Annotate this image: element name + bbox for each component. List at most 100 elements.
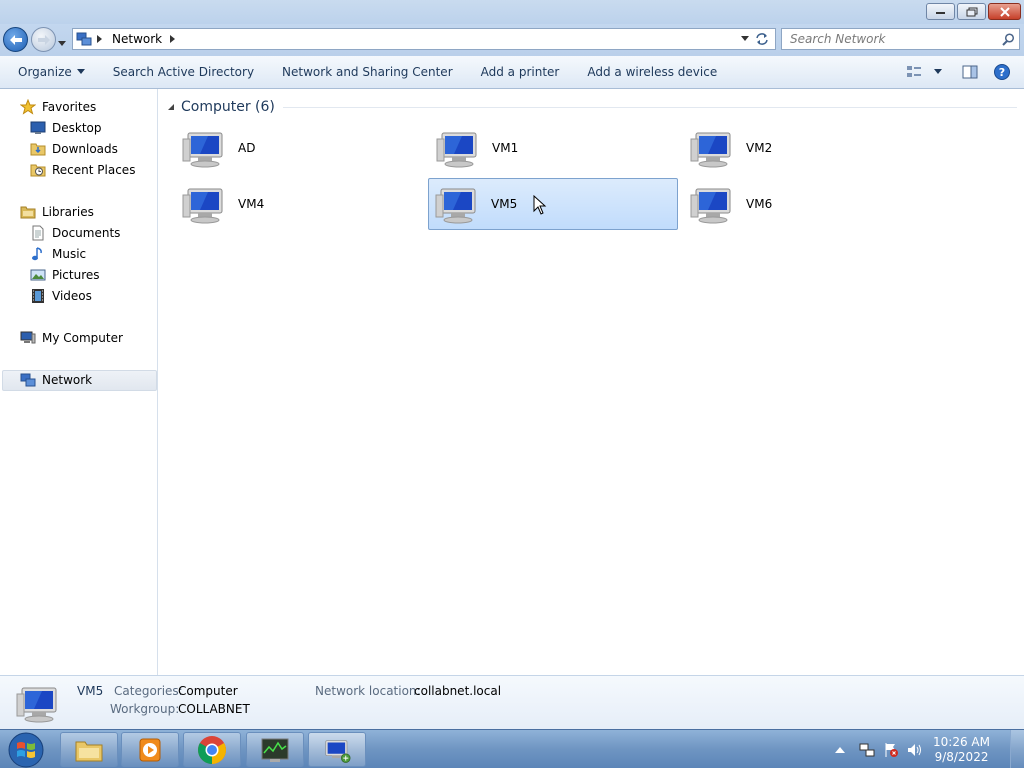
sidebar-item-libraries[interactable]: Libraries — [20, 202, 94, 222]
search-active-directory-button[interactable]: Search Active Directory — [99, 56, 268, 89]
add-printer-button[interactable]: Add a printer — [467, 56, 574, 89]
start-button[interactable] — [6, 731, 46, 768]
mouse-cursor-icon — [533, 195, 547, 215]
film-icon — [32, 289, 44, 303]
group-header-label: Computer (6) — [181, 99, 275, 115]
details-pane: VM5 Categories: Computer Workgroup: COLL… — [0, 675, 1024, 729]
taskbar-media-player-button[interactable] — [121, 732, 179, 767]
show-hidden-icons-icon[interactable] — [835, 746, 846, 754]
computer-name: VM5 — [491, 197, 518, 211]
collapse-triangle-icon[interactable] — [167, 103, 175, 111]
clock[interactable]: 10:26 AM 9/8/2022 — [933, 735, 990, 765]
computer-tile-vm1[interactable]: VM1 — [429, 122, 679, 174]
taskbar-chrome-button[interactable] — [183, 732, 241, 767]
network-sharing-center-button[interactable]: Network and Sharing Center — [268, 56, 467, 89]
preview-pane-icon — [962, 65, 978, 79]
forward-arrow-icon — [37, 34, 50, 45]
computer-tile-vm4[interactable]: VM4 — [175, 178, 425, 230]
music-note-icon — [32, 247, 42, 261]
sidebar-label: Favorites — [42, 100, 97, 114]
computer-icon — [435, 183, 483, 225]
windows-logo-icon — [8, 732, 44, 767]
navigation-pane: Favorites Desktop Downloads Recent Place… — [0, 89, 158, 675]
sidebar-item-music[interactable]: Music — [30, 244, 86, 264]
task-manager-icon — [261, 738, 289, 762]
sidebar-label: Network — [42, 373, 93, 387]
desktop-icon — [30, 121, 46, 134]
minimize-icon — [936, 11, 945, 14]
sidebar-item-pictures[interactable]: Pictures — [30, 265, 100, 285]
sidebar-item-downloads[interactable]: Downloads — [30, 139, 118, 159]
add-wireless-device-button[interactable]: Add a wireless device — [573, 56, 731, 89]
clock-date: 9/8/2022 — [934, 749, 989, 764]
search-icon[interactable] — [1002, 32, 1015, 46]
computer-name: VM1 — [492, 141, 519, 155]
preview-pane-button[interactable] — [950, 56, 990, 89]
documents-icon — [32, 225, 44, 241]
view-options-icon — [907, 66, 921, 77]
sidebar-label: Libraries — [42, 205, 94, 219]
sidebar-item-recent-places[interactable]: Recent Places — [30, 160, 135, 180]
address-bar[interactable]: Network — [72, 28, 776, 50]
sidebar-item-documents[interactable]: Documents — [30, 223, 120, 243]
search-ad-label: Search Active Directory — [112, 65, 255, 79]
computer-icon — [690, 127, 738, 169]
help-icon: ? — [994, 64, 1010, 80]
network-icon — [20, 373, 36, 387]
breadcrumb-arrow-icon[interactable] — [170, 35, 176, 43]
title-bar — [0, 0, 1024, 24]
recent-pages-dropdown[interactable] — [58, 36, 66, 50]
organize-menu[interactable]: Organize — [0, 56, 99, 89]
breadcrumb-network[interactable]: Network — [112, 32, 162, 46]
system-tray: 10:26 AM 9/8/2022 — [835, 730, 1024, 768]
show-desktop-button[interactable] — [1010, 730, 1024, 768]
sidebar-label: Recent Places — [52, 163, 136, 177]
forward-button[interactable] — [31, 27, 56, 52]
libraries-icon — [20, 206, 36, 219]
star-icon — [20, 99, 36, 115]
computer-icon — [182, 183, 230, 225]
minimize-button[interactable] — [926, 3, 955, 20]
change-view-button[interactable] — [898, 56, 950, 89]
downloads-folder-icon — [30, 143, 46, 156]
close-button[interactable] — [988, 3, 1021, 20]
navigation-bar: Network Search Network — [0, 24, 1024, 56]
chevron-down-icon — [58, 41, 66, 46]
help-button[interactable]: ? — [990, 56, 1024, 89]
computer-tile-vm5[interactable]: VM5 — [428, 178, 678, 230]
refresh-button[interactable] — [752, 30, 772, 48]
network-computer-icon — [325, 739, 351, 763]
sidebar-item-videos[interactable]: Videos — [30, 286, 92, 306]
computer-tile-vm6[interactable]: VM6 — [683, 178, 933, 230]
clock-time: 10:26 AM — [933, 734, 990, 749]
taskbar-explorer-button[interactable] — [60, 732, 118, 767]
sidebar-item-network[interactable]: Network — [20, 370, 92, 390]
back-button[interactable] — [3, 27, 28, 52]
action-center-flag-icon[interactable] — [883, 742, 899, 758]
group-divider — [282, 106, 1017, 108]
sidebar-item-my-computer[interactable]: My Computer — [20, 328, 123, 348]
computer-name: VM2 — [746, 141, 773, 155]
add-printer-label: Add a printer — [480, 65, 560, 79]
address-dropdown-icon[interactable] — [741, 36, 749, 42]
network-tray-icon[interactable] — [859, 742, 875, 758]
volume-icon[interactable] — [907, 742, 923, 758]
file-view: Computer (6) AD VM1 VM2 VM4 VM5 VM6 — [159, 89, 1024, 675]
details-name: VM5 — [77, 684, 104, 698]
sidebar-item-favorites[interactable]: Favorites — [20, 97, 96, 117]
computer-tile-ad[interactable]: AD — [175, 122, 425, 174]
search-input[interactable]: Search Network — [781, 28, 1020, 50]
sidebar-item-desktop[interactable]: Desktop — [30, 118, 102, 138]
restore-button[interactable] — [957, 3, 986, 20]
breadcrumb-arrow-icon[interactable] — [97, 35, 103, 43]
details-workgroup-label: Workgroup: — [110, 702, 180, 716]
computer-icon — [690, 183, 738, 225]
search-placeholder: Search Network — [790, 32, 886, 46]
computer-tile-vm2[interactable]: VM2 — [683, 122, 933, 174]
taskbar-task-manager-button[interactable] — [246, 732, 304, 767]
network-center-label: Network and Sharing Center — [282, 65, 453, 79]
group-header-computer[interactable]: Computer (6) — [167, 97, 1017, 117]
sidebar-label: My Computer — [42, 331, 123, 345]
taskbar-network-window-button[interactable] — [308, 732, 366, 767]
chevron-down-icon — [76, 69, 85, 74]
